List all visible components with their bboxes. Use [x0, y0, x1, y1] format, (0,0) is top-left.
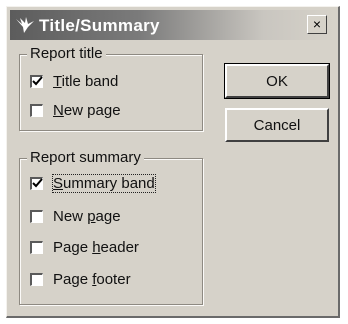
summary-band-checkbox[interactable]: Summary band	[30, 173, 156, 193]
checkbox-box[interactable]	[30, 74, 43, 88]
report-summary-group: Report summary Summary band New page Pag…	[19, 149, 203, 305]
checkbox-label: Title band	[53, 72, 119, 90]
checkbox-label: New page	[53, 101, 121, 119]
checkbox-label: New page	[53, 207, 121, 225]
summary-new-page-checkbox[interactable]: New page	[30, 206, 121, 226]
ok-button-label: OK	[266, 72, 288, 90]
cancel-button-label: Cancel	[253, 116, 301, 134]
accelerator-letter: f	[92, 270, 97, 288]
accelerator-letter: S	[53, 174, 64, 192]
app-icon	[16, 17, 34, 33]
checkbox-box[interactable]	[30, 103, 43, 117]
cancel-button[interactable]: Cancel	[225, 108, 329, 142]
checkbox-box[interactable]	[30, 272, 43, 286]
title-band-checkbox[interactable]: Title band	[30, 71, 118, 91]
close-button[interactable]: ×	[307, 15, 327, 34]
checkmark-icon	[32, 177, 43, 187]
accelerator-letter: N	[53, 101, 64, 119]
accelerator-letter: p	[87, 207, 96, 225]
report-summary-group-label: Report summary	[27, 149, 144, 167]
page-footer-checkbox[interactable]: Page footer	[30, 269, 131, 289]
page-header-checkbox[interactable]: Page header	[30, 237, 139, 257]
checkbox-box[interactable]	[30, 240, 43, 254]
checkmark-icon	[32, 75, 43, 85]
title-new-page-checkbox[interactable]: New page	[30, 100, 121, 120]
checkbox-box[interactable]	[30, 176, 43, 190]
close-icon: ×	[312, 16, 322, 32]
checkbox-box[interactable]	[30, 209, 43, 223]
checkbox-label: Page footer	[53, 270, 131, 288]
checkbox-label: Summary band	[52, 173, 156, 193]
title-summary-dialog: Title/Summary × Report title Title band …	[6, 6, 340, 318]
accelerator-letter: h	[92, 238, 101, 256]
ok-button[interactable]: OK	[224, 63, 330, 99]
window-title: Title/Summary	[39, 16, 160, 35]
report-title-group: Report title Title band New page	[19, 45, 203, 131]
report-title-group-label: Report title	[27, 45, 106, 63]
checkbox-label: Page header	[53, 238, 139, 256]
accelerator-letter: T	[53, 72, 62, 90]
title-bar[interactable]: Title/Summary ×	[10, 10, 335, 40]
